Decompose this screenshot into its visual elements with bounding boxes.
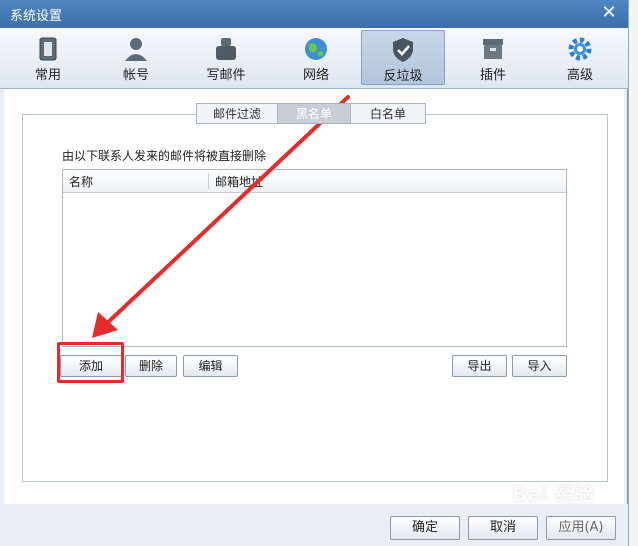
close-icon[interactable]: ✕ bbox=[600, 4, 618, 22]
advanced-gear-icon bbox=[568, 37, 592, 61]
blacklist-table[interactable]: 名称 邮箱地址 bbox=[62, 169, 567, 347]
import-button[interactable]: 导入 bbox=[512, 355, 567, 377]
toolbar-label: 写邮件 bbox=[206, 68, 246, 83]
toolbar-label: 常用 bbox=[34, 68, 61, 83]
antispam-shield-icon bbox=[393, 38, 413, 62]
toolbar-general[interactable]: 常用 bbox=[6, 30, 90, 85]
compose-icon bbox=[216, 38, 236, 60]
tab-whitelist[interactable]: 白名单 bbox=[350, 103, 426, 124]
dialog-footer: 确定 取消 应用(A) bbox=[0, 504, 628, 546]
toolbar-network[interactable]: 网络 bbox=[274, 30, 358, 85]
column-email[interactable]: 邮箱地址 bbox=[215, 173, 263, 190]
settings-content: 邮件过滤 黑名单 白名单 由以下联系人发来的邮件将被直接删除 名称 邮箱地址 添… bbox=[4, 89, 624, 504]
column-name[interactable]: 名称 bbox=[69, 173, 93, 190]
tab-blacklist[interactable]: 黑名单 bbox=[277, 103, 351, 124]
title-bar: 系统设置 ✕ bbox=[0, 0, 628, 28]
toolbar-advanced[interactable]: 高级 bbox=[538, 30, 622, 85]
ok-button[interactable]: 确定 bbox=[390, 516, 460, 540]
export-button[interactable]: 导出 bbox=[452, 355, 507, 377]
toolbar-account[interactable]: 帐号 bbox=[94, 30, 178, 85]
toolbar-label: 插件 bbox=[479, 68, 506, 83]
toolbar-label: 反垃圾 bbox=[383, 69, 423, 84]
network-icon bbox=[305, 38, 327, 60]
toolbar-compose[interactable]: 写邮件 bbox=[184, 30, 268, 85]
blacklist-hint: 由以下联系人发来的邮件将被直接删除 bbox=[62, 149, 267, 163]
toolbar-plugins[interactable]: 插件 bbox=[451, 30, 535, 85]
tab-mail-filter[interactable]: 邮件过滤 bbox=[196, 103, 278, 124]
window-title: 系统设置 bbox=[10, 9, 63, 24]
annotation-highlight-box bbox=[57, 342, 124, 383]
delete-button[interactable]: 删除 bbox=[125, 355, 177, 377]
edit-button[interactable]: 编辑 bbox=[183, 355, 238, 377]
settings-toolbar: 常用 帐号 写邮件 网络 反垃圾 插件 高级 bbox=[0, 28, 628, 89]
table-header: 名称 邮箱地址 bbox=[63, 170, 566, 193]
background-window-edge bbox=[628, 0, 638, 546]
settings-window: 系统设置 ✕ 常用 帐号 写邮件 网络 反垃圾 插件 高级 邮件过滤 黑名单 白… bbox=[0, 0, 628, 546]
general-icon bbox=[39, 37, 57, 61]
account-icon bbox=[125, 38, 147, 61]
toolbar-label: 网络 bbox=[302, 68, 329, 83]
toolbar-label: 高级 bbox=[566, 68, 593, 83]
plugin-box-icon bbox=[483, 39, 503, 59]
column-divider[interactable] bbox=[208, 173, 209, 189]
toolbar-antispam[interactable]: 反垃圾 bbox=[361, 30, 445, 85]
apply-button[interactable]: 应用(A) bbox=[546, 516, 616, 540]
toolbar-label: 帐号 bbox=[122, 68, 149, 83]
cancel-button[interactable]: 取消 bbox=[468, 516, 538, 540]
